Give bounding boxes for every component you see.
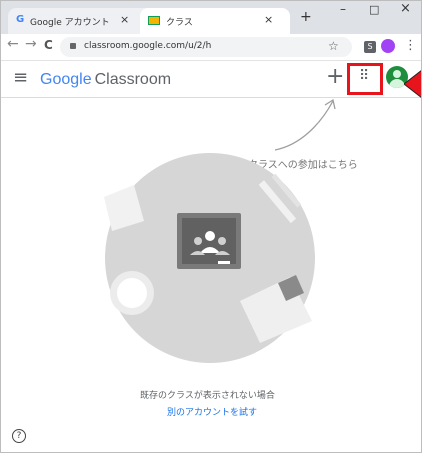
tab-title: クラス bbox=[166, 18, 193, 28]
reload-button[interactable]: C bbox=[44, 38, 53, 52]
product-name: Classroom bbox=[94, 71, 172, 88]
forward-button[interactable]: → bbox=[25, 36, 37, 52]
new-tab-button[interactable]: + bbox=[300, 9, 312, 25]
close-window-button[interactable]: × bbox=[400, 1, 411, 16]
google-wordmark: Google bbox=[40, 71, 92, 88]
tab-classroom[interactable]: クラス × bbox=[140, 8, 290, 34]
join-create-class-button[interactable]: + bbox=[326, 64, 344, 89]
minimize-button[interactable]: – bbox=[340, 2, 346, 16]
profile-avatar-icon[interactable] bbox=[381, 39, 395, 53]
classroom-app-bar: ≡ Google Classroom + ⠿ bbox=[0, 61, 422, 98]
chrome-menu-icon[interactable]: ⋮ bbox=[404, 38, 417, 53]
help-icon[interactable]: ? bbox=[12, 429, 26, 443]
switch-account-link[interactable]: 別のアカウントを試す bbox=[167, 405, 257, 418]
empty-state-message: 既存のクラスが表示されない場合 bbox=[140, 391, 275, 401]
star-icon[interactable]: ☆ bbox=[328, 39, 339, 53]
empty-classroom-illustration bbox=[104, 153, 315, 363]
google-classroom-logo[interactable]: Google Classroom bbox=[40, 69, 171, 89]
google-apps-icon[interactable]: ⠿ bbox=[359, 68, 369, 84]
tab-close-icon[interactable]: × bbox=[264, 13, 273, 26]
hamburger-menu-icon[interactable]: ≡ bbox=[13, 67, 28, 88]
tab-strip: G Google アカウント × クラス × + – □ × bbox=[0, 0, 422, 34]
maximize-button[interactable]: □ bbox=[369, 3, 379, 16]
browser-toolbar: ← → C classroom.google.com/u/2/h ☆ S ⋮ bbox=[0, 34, 422, 61]
red-arrow-icon bbox=[404, 70, 422, 99]
extension-icon[interactable]: S bbox=[364, 41, 376, 53]
tab-title: Google アカウント bbox=[30, 18, 110, 28]
lock-icon bbox=[70, 43, 76, 49]
back-button[interactable]: ← bbox=[7, 36, 19, 52]
tab-close-icon[interactable]: × bbox=[120, 13, 129, 26]
classroom-favicon-icon bbox=[148, 16, 160, 25]
url-text: classroom.google.com/u/2/h bbox=[84, 41, 212, 51]
address-bar[interactable]: classroom.google.com/u/2/h ☆ bbox=[60, 37, 352, 57]
google-favicon-icon: G bbox=[16, 14, 25, 25]
hint-arrow-icon bbox=[274, 98, 336, 151]
